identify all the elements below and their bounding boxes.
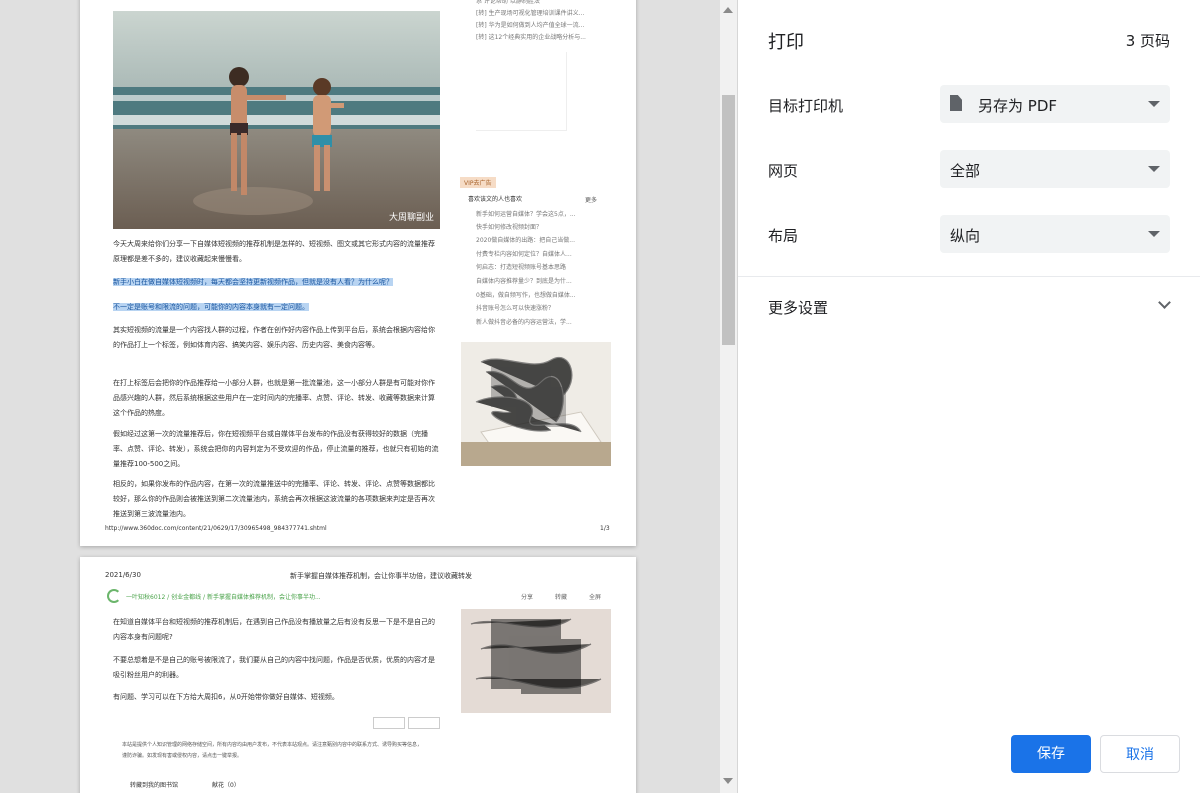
article-paragraph: 在打上标签后会把你的作品推荐给一小部分人群，也就是第一批流量池，这一小部分人群是… bbox=[113, 379, 435, 417]
more-settings-toggle[interactable]: 更多设置 bbox=[738, 286, 1200, 326]
side-related-item[interactable]: 何启志：打造短视频账号基本思路 bbox=[476, 262, 566, 274]
layout-select[interactable]: 纵向 bbox=[940, 215, 1170, 253]
save-button[interactable]: 保存 bbox=[1011, 735, 1091, 773]
page-header-title: 新手掌握自媒体推荐机制，会让你事半功倍，建议收藏转发 bbox=[290, 572, 472, 580]
disclaimer-text: 本站是提供个人知识管理的网络存储空间，所有内容均由用户发布，不代表本站观点。请注… bbox=[122, 742, 423, 759]
print-settings-panel: 打印 3 页码 目标打印机 另存为 PDF 网页 全部 布局 纵向 更多设置 保… bbox=[738, 0, 1200, 793]
side-related-item[interactable]: 0基础，做自频写作，也想做自媒体... bbox=[476, 290, 576, 302]
scroll-down-arrow-icon[interactable] bbox=[723, 778, 733, 784]
side-section-title: 喜欢该文的人也喜欢 bbox=[468, 196, 523, 203]
article-paragraph: 有问题、学习可以在下方给大周扣6，从0开始带你做好自媒体、短视频。 bbox=[113, 693, 339, 701]
chevron-down-icon bbox=[1148, 231, 1160, 237]
beach-photo-image bbox=[113, 11, 440, 229]
print-preview: 大周聊副业 系 评论帮助 以静制胜法 [转] 生产现场可视化管理培训课件讲义..… bbox=[0, 0, 720, 793]
preview-page-1: 大周聊副业 系 评论帮助 以静制胜法 [转] 生产现场可视化管理培训课件讲义..… bbox=[80, 0, 636, 546]
article-paragraph: 其实短视频的流量是一个内容找人群的过程，作者在创作好内容作品上传到平台后，系统会… bbox=[113, 326, 435, 349]
side-scribble-image bbox=[461, 609, 611, 713]
side-link[interactable]: [转] 华为是如何做到人均产值全球一流... bbox=[476, 20, 584, 32]
share-action[interactable]: 分享 bbox=[521, 592, 533, 601]
destination-label: 目标打印机 bbox=[768, 97, 844, 115]
vip-ad-tag[interactable]: VIP去广告 bbox=[460, 177, 496, 188]
breadcrumb[interactable]: 一叶知秋6012 / 创业金都线 / 新手掌握自媒体推荐机制，会让你事半功... bbox=[126, 592, 321, 601]
side-related-item[interactable]: 抖音账号怎么可以快速涨粉？ bbox=[476, 303, 554, 315]
side-link[interactable]: [转] 这12个经典实用的企业战略分析与... bbox=[476, 32, 586, 44]
print-title: 打印 bbox=[768, 32, 804, 53]
action-box[interactable] bbox=[408, 717, 440, 729]
side-link[interactable]: 系 评论帮助 以静制胜法 bbox=[476, 0, 540, 8]
book-scribble-image bbox=[461, 342, 611, 466]
article-paragraph: 不要总想着是不是自己的账号被限流了，我们要从自己的内容中找问题，作品是否优质，优… bbox=[113, 656, 435, 679]
side-book-image bbox=[461, 342, 611, 466]
side-related-item[interactable]: 新人做抖音必备的内容运营法，学... bbox=[476, 317, 572, 329]
highlighted-text: 不一定是账号和限流的问题，可能你的内容本身就有一定问题。 bbox=[113, 303, 309, 311]
pages-label: 网页 bbox=[768, 162, 799, 180]
preview-page-2: 2021/6/30 新手掌握自媒体推荐机制，会让你事半功倍，建议收藏转发 一叶知… bbox=[80, 557, 636, 793]
highlighted-text: 新手小白在做自媒体短视频时，每天都会坚持更新视频作品，但就是没有人看？为什么呢？ bbox=[113, 278, 393, 286]
scroll-up-arrow-icon[interactable] bbox=[723, 7, 733, 13]
scribble-image bbox=[461, 609, 611, 713]
chevron-down-icon bbox=[1158, 296, 1171, 309]
destination-select[interactable]: 另存为 PDF bbox=[940, 85, 1170, 123]
page-footer-url: http://www.360doc.com/content/21/0629/17… bbox=[105, 525, 327, 532]
document-icon bbox=[950, 95, 962, 111]
side-related-item[interactable]: 新手如何运营自媒体？学会这5点，... bbox=[476, 209, 576, 221]
layout-value: 纵向 bbox=[950, 227, 981, 245]
scrollbar-thumb[interactable] bbox=[722, 95, 735, 345]
article-photo: 大周聊副业 bbox=[113, 11, 440, 229]
page-header-date: 2021/6/30 bbox=[105, 571, 141, 579]
layout-label: 布局 bbox=[768, 227, 799, 245]
article-paragraph: 今天大周来给你们分享一下自媒体短视频的推荐机制是怎样的、短视频、图文或其它形式内… bbox=[113, 240, 435, 263]
loading-ring-icon bbox=[107, 589, 121, 603]
side-related-item[interactable]: 付费专栏内容如何定位？自媒体人... bbox=[476, 249, 572, 261]
settings-divider bbox=[738, 276, 1200, 277]
side-related-item[interactable]: 自媒体内容推荐量少？到底是为什... bbox=[476, 276, 572, 288]
photo-watermark: 大周聊副业 bbox=[388, 213, 434, 223]
cancel-button[interactable]: 取消 bbox=[1100, 735, 1180, 773]
more-settings-label: 更多设置 bbox=[768, 299, 829, 317]
save-action[interactable]: 转藏 bbox=[555, 592, 567, 601]
chevron-down-icon bbox=[1148, 166, 1160, 172]
page-footer-number: 1/3 bbox=[600, 525, 610, 532]
article-paragraph: 在知道自媒体平台和短视频的推荐机制后，在遇到自己作品没有播放量之后有没有反思一下… bbox=[113, 618, 435, 641]
destination-value: 另存为 PDF bbox=[978, 97, 1057, 115]
page-count: 3 页码 bbox=[1125, 32, 1170, 50]
side-more-link[interactable]: 更多 bbox=[585, 195, 597, 204]
side-related-item[interactable]: 快手如何修改视频封面？ bbox=[476, 222, 542, 234]
bottom-link[interactable]: 献花（0） bbox=[212, 780, 240, 789]
pages-value: 全部 bbox=[950, 162, 981, 180]
side-related-item[interactable]: 2020做自媒体的出路：把自己当做... bbox=[476, 235, 575, 247]
side-link[interactable]: [转] 生产现场可视化管理培训课件讲义... bbox=[476, 8, 584, 20]
article-paragraph: 假如经过这第一次的流量推荐后，你在短视频平台或自媒体平台发布的作品没有获得较好的… bbox=[113, 430, 439, 468]
preview-scrollbar[interactable] bbox=[720, 0, 737, 793]
chevron-down-icon bbox=[1148, 101, 1160, 107]
article-paragraph-highlighted: 新手小白在做自媒体短视频时，每天都会坚持更新视频作品，但就是没有人看？为什么呢？ bbox=[113, 275, 440, 290]
pages-select[interactable]: 全部 bbox=[940, 150, 1170, 188]
bottom-link[interactable]: 转藏到我的图书馆 bbox=[130, 780, 178, 789]
side-ad-box bbox=[476, 52, 567, 131]
action-box[interactable] bbox=[373, 717, 405, 729]
article-paragraph-highlighted: 不一定是账号和限流的问题，可能你的内容本身就有一定问题。 bbox=[113, 300, 440, 315]
article-paragraph: 相反的，如果你发布的作品内容，在第一次的流量推送中的完播率、评论、转发、评论、点… bbox=[113, 480, 435, 518]
fullscreen-action[interactable]: 全屏 bbox=[589, 592, 601, 601]
